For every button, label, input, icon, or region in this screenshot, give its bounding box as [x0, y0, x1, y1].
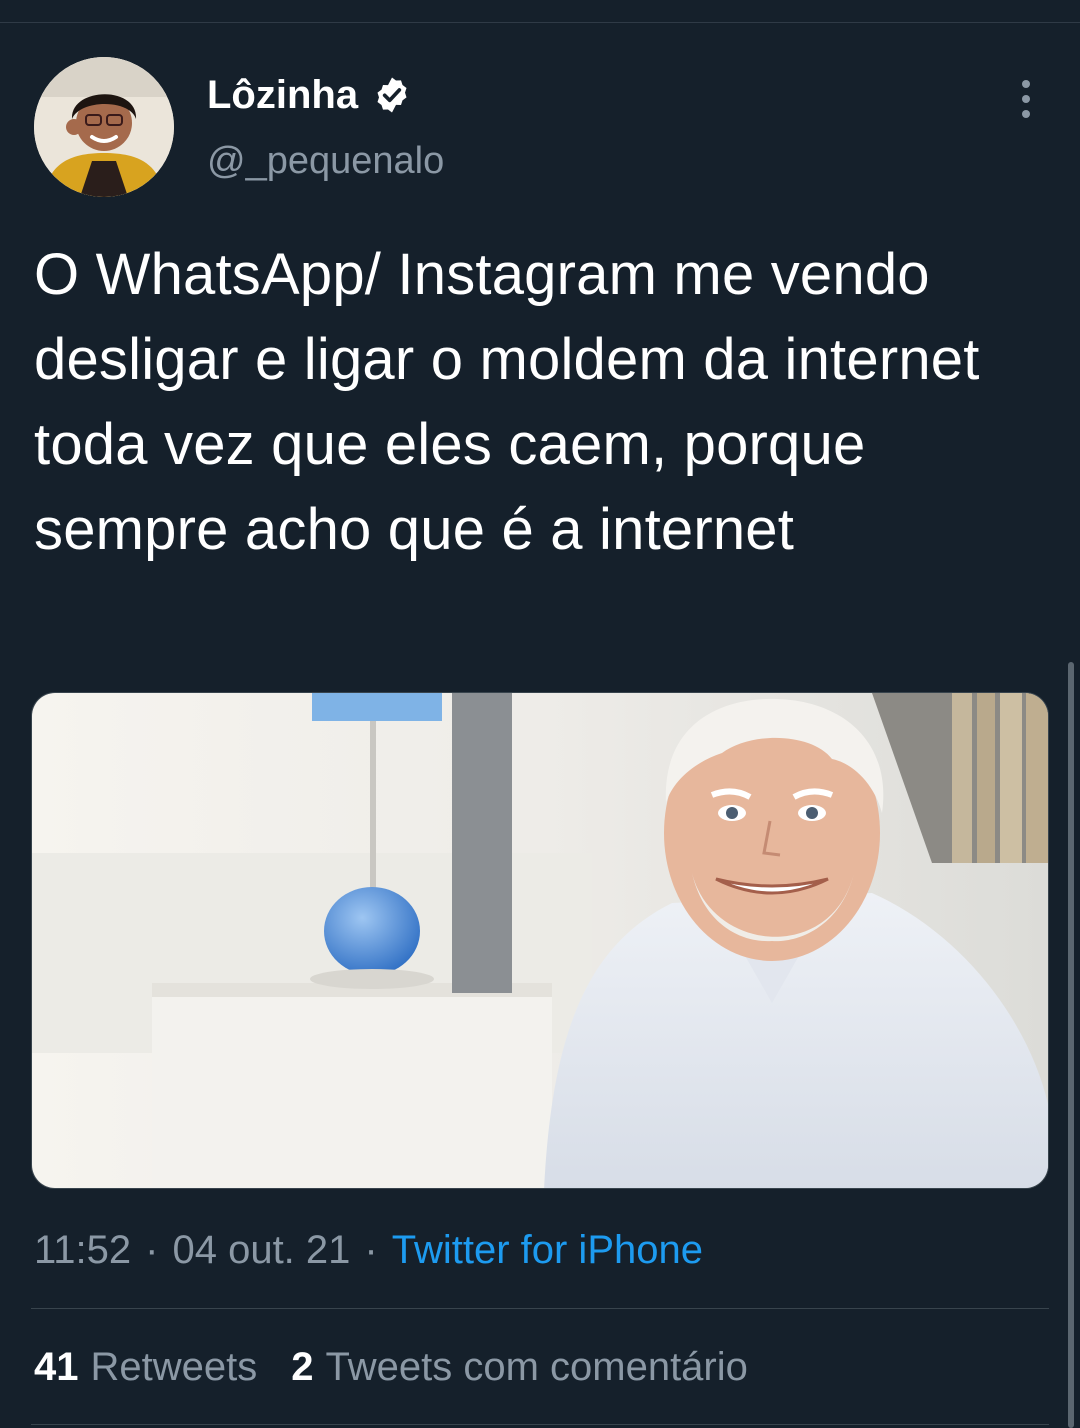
more-options-icon[interactable]	[1006, 76, 1046, 122]
quote-tweets-label: Tweets com comentário	[325, 1345, 748, 1389]
divider	[31, 1424, 1049, 1425]
tweet-time: 11:52	[34, 1228, 132, 1272]
quote-tweets-count: 2	[291, 1345, 314, 1389]
retweets-stat[interactable]: 41 Retweets	[34, 1345, 257, 1389]
tweet-meta: 11:52 · 04 out. 21 · Twitter for iPhone	[34, 1223, 703, 1277]
tweet-source-link[interactable]: Twitter for iPhone	[392, 1228, 703, 1272]
dot	[1022, 95, 1030, 103]
tweet-text: O WhatsApp/ Instagram me vendo desligar …	[34, 242, 980, 562]
tweet-media-photo[interactable]	[31, 692, 1049, 1189]
meta-separator: ·	[364, 1228, 378, 1272]
dot	[1022, 110, 1030, 118]
quote-tweets-stat[interactable]: 2 Tweets com comentário	[291, 1345, 748, 1389]
tweet-stats: 41 Retweets 2 Tweets com comentário	[34, 1340, 782, 1394]
tweet-date: 04 out. 21	[172, 1228, 351, 1272]
retweets-label: Retweets	[90, 1345, 258, 1389]
display-name[interactable]: Lôzinha	[207, 72, 358, 118]
verified-badge-icon	[372, 75, 412, 115]
meta-separator: ·	[145, 1228, 159, 1272]
author-name-row[interactable]: Lôzinha	[207, 72, 412, 118]
scrollbar[interactable]	[1068, 662, 1074, 1428]
handle[interactable]: @_pequenalo	[207, 138, 444, 184]
divider	[31, 1308, 1049, 1309]
avatar[interactable]	[34, 57, 174, 197]
top-divider	[0, 22, 1080, 23]
retweets-count: 41	[34, 1345, 79, 1389]
dot	[1022, 80, 1030, 88]
